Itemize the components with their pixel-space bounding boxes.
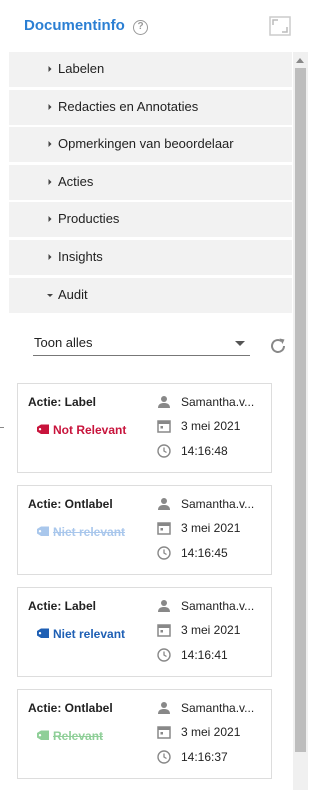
- audit-user: Samantha.v...: [181, 497, 255, 511]
- audit-date: 3 mei 2021: [181, 725, 241, 739]
- expand-icon[interactable]: [269, 16, 291, 36]
- clock-icon: [157, 750, 171, 764]
- tag-icon: [37, 730, 49, 740]
- audit-action: Actie: Label: [28, 599, 97, 613]
- section-redacties-en-annotaties[interactable]: Redacties en Annotaties: [9, 89, 292, 125]
- audit-user: Samantha.v...: [181, 395, 255, 409]
- audit-date: 3 mei 2021: [181, 521, 241, 535]
- page-title: Documentinfo: [24, 17, 125, 34]
- section-label: Redacties en Annotaties: [58, 98, 199, 114]
- audit-action: Actie: Ontlabel: [28, 701, 113, 715]
- chevron-right-icon: [48, 178, 52, 185]
- section-label: Acties: [58, 173, 94, 189]
- person-icon: [158, 600, 170, 612]
- chevron-right-icon: [48, 103, 52, 110]
- audit-entry-card: Actie: Label Niet relevant Samantha.v... 3 …: [17, 587, 272, 677]
- chevron-right-icon: [48, 216, 52, 223]
- chevron-down-icon: [235, 341, 245, 346]
- audit-filter-value: Toon alles: [34, 335, 93, 350]
- calendar-icon: [157, 726, 171, 739]
- audit-date: 3 mei 2021: [181, 623, 241, 637]
- audit-tag-label: Not Relevant: [53, 423, 127, 437]
- refresh-icon[interactable]: [268, 336, 288, 356]
- audit-user: Samantha.v...: [181, 701, 255, 715]
- audit-filter-select[interactable]: Toon alles: [33, 333, 250, 356]
- person-icon: [158, 396, 170, 408]
- scroll-thumb[interactable]: [295, 68, 306, 752]
- section-insights[interactable]: Insights: [9, 239, 292, 275]
- audit-tag-label: Niet relevant: [53, 525, 126, 539]
- calendar-icon: [157, 420, 171, 433]
- chevron-right-icon: [48, 66, 52, 72]
- person-icon: [158, 498, 170, 510]
- audit-action: Actie: Ontlabel: [28, 497, 113, 511]
- audit-time: 14:16:45: [181, 546, 228, 560]
- tag-icon: [37, 424, 49, 434]
- tag-icon: [37, 526, 49, 536]
- scroll-up-arrow-icon[interactable]: [295, 56, 305, 64]
- chevron-right-icon: [48, 141, 52, 148]
- tick-mark: [0, 427, 4, 428]
- audit-tag-label: Niet relevant: [53, 627, 126, 641]
- section-acties[interactable]: Acties: [9, 164, 292, 200]
- chevron-down-icon: [47, 293, 53, 297]
- audit-date: 3 mei 2021: [181, 419, 241, 433]
- clock-icon: [157, 444, 171, 458]
- panel-header: Documentinfo ?: [0, 0, 317, 52]
- audit-entry-card: Actie: Ontlabel Niet relevant Samantha.v..…: [17, 485, 272, 575]
- audit-user: Samantha.v...: [181, 599, 255, 613]
- scrollbar[interactable]: [293, 52, 308, 790]
- calendar-icon: [157, 624, 171, 637]
- question-icon[interactable]: ?: [133, 20, 148, 35]
- section-label: Insights: [58, 248, 103, 264]
- section-opmerkingen-van-beoordelaar[interactable]: Opmerkingen van beoordelaar: [9, 127, 292, 163]
- chevron-right-icon: [48, 253, 52, 260]
- section-label: Labelen: [58, 61, 105, 76]
- person-icon: [158, 702, 170, 714]
- audit-time: 14:16:48: [181, 444, 228, 458]
- section-label: Opmerkingen van beoordelaar: [58, 136, 234, 152]
- section-producties[interactable]: Producties: [9, 202, 292, 238]
- audit-entry-card: Actie: Ontlabel Relevant Samantha.v... 3 me…: [17, 689, 272, 779]
- clock-icon: [157, 546, 171, 560]
- audit-entry-card: Actie: Label Not Relevant Samantha.v... 3 m…: [17, 383, 272, 473]
- tag-icon: [37, 628, 49, 638]
- clock-icon: [157, 648, 171, 662]
- audit-time: 14:16:37: [181, 750, 228, 764]
- section-audit[interactable]: Audit: [9, 277, 292, 313]
- section-label: Audit: [58, 286, 88, 302]
- calendar-icon: [157, 522, 171, 535]
- audit-time: 14:16:41: [181, 648, 228, 662]
- audit-action: Actie: Label: [28, 395, 97, 409]
- section-labelen[interactable]: Labelen: [9, 52, 292, 87]
- audit-tag-label: Relevant: [53, 729, 104, 743]
- section-label: Producties: [58, 211, 120, 227]
